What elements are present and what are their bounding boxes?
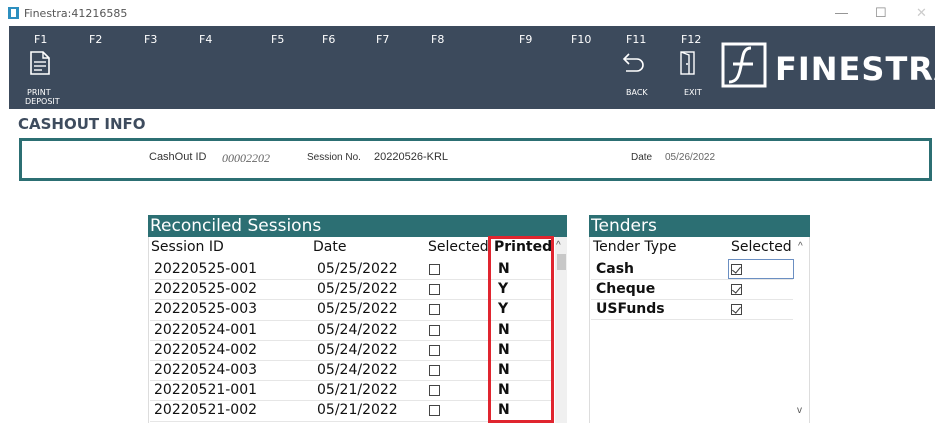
col-selected[interactable]: Selected <box>428 239 489 255</box>
session-id-cell[interactable]: 20220524-001 <box>154 322 257 338</box>
function-toolbar: F1 F2 F3 F4 F5 F6 F7 F8 F9 F10 F11 F12 P… <box>9 26 935 109</box>
fkey-f4[interactable]: F4 <box>199 33 212 46</box>
session-date-cell[interactable]: 05/25/2022 <box>317 281 398 297</box>
fkey-f9[interactable]: F9 <box>519 33 532 46</box>
session-id-cell[interactable]: 20220521-002 <box>154 402 257 418</box>
exit-label: EXIT <box>684 88 702 97</box>
col-tender-type[interactable]: Tender Type <box>593 239 677 255</box>
brand-name: FINESTRA <box>775 50 935 88</box>
tender-type-cell[interactable]: USFunds <box>596 301 665 317</box>
print-deposit-label-line2: DEPOSIT <box>25 97 60 106</box>
fkey-f8[interactable]: F8 <box>431 33 444 46</box>
cashout-id-value: 00002202 <box>222 151 270 165</box>
col-tender-selected[interactable]: Selected <box>731 239 792 255</box>
session-id-cell[interactable]: 20220525-003 <box>154 301 257 317</box>
session-id-cell[interactable]: 20220524-003 <box>154 362 257 378</box>
cashout-id-label: CashOut ID <box>149 151 207 163</box>
section-title: CASHOUT INFO <box>18 115 146 133</box>
tender-selected-checkbox[interactable] <box>731 304 742 315</box>
session-date-cell[interactable]: 05/25/2022 <box>317 261 398 277</box>
fkey-f11[interactable]: F11 <box>626 33 646 46</box>
session-selected-checkbox[interactable] <box>429 284 440 295</box>
back-label: BACK <box>626 88 648 97</box>
session-date-cell[interactable]: 05/21/2022 <box>317 402 398 418</box>
col-date[interactable]: Date <box>313 239 346 255</box>
tender-selected-checkbox[interactable] <box>731 284 742 295</box>
window-titlebar: Finestra:41216585 — ☐ ✕ <box>0 0 935 26</box>
fkey-f2[interactable]: F2 <box>89 33 102 46</box>
fkey-f7[interactable]: F7 <box>376 33 389 46</box>
finestra-logo-icon <box>721 42 767 88</box>
session-selected-checkbox[interactable] <box>429 304 440 315</box>
session-selected-checkbox[interactable] <box>429 345 440 356</box>
fkey-f5[interactable]: F5 <box>271 33 284 46</box>
tender-selected-checkbox[interactable] <box>731 264 742 275</box>
session-selected-checkbox[interactable] <box>429 405 440 416</box>
session-selected-checkbox[interactable] <box>429 365 440 376</box>
tender-type-cell[interactable]: Cash <box>596 261 634 277</box>
fkey-f10[interactable]: F10 <box>571 33 591 46</box>
printed-column-highlight <box>488 236 554 423</box>
sessions-scroll-thumb[interactable] <box>557 254 566 270</box>
document-icon[interactable] <box>30 51 50 75</box>
reconciled-sessions-header: Reconciled Sessions <box>148 215 567 237</box>
date-value: 05/26/2022 <box>665 152 716 163</box>
minimize-button[interactable]: — <box>835 5 848 20</box>
session-id-cell[interactable]: 20220521-001 <box>154 382 257 398</box>
tenders-header: Tenders <box>589 215 810 237</box>
fkey-f1[interactable]: F1 <box>34 33 47 46</box>
date-label: Date <box>631 152 653 163</box>
back-arrow-icon[interactable] <box>621 52 645 74</box>
row-separator <box>591 279 793 280</box>
fkey-f3[interactable]: F3 <box>144 33 157 46</box>
session-no-label: Session No. <box>307 152 361 163</box>
print-deposit-label-line1: PRINT <box>27 88 51 97</box>
session-id-cell[interactable]: 20220525-002 <box>154 281 257 297</box>
session-date-cell[interactable]: 05/24/2022 <box>317 322 398 338</box>
row-separator <box>591 299 793 300</box>
tenders-scroll-down-icon[interactable]: v <box>797 405 802 416</box>
tender-type-cell[interactable]: Cheque <box>596 281 655 297</box>
session-no-value: 20220526-KRL <box>374 151 449 163</box>
session-id-cell[interactable]: 20220525-001 <box>154 261 257 277</box>
session-id-cell[interactable]: 20220524-002 <box>154 342 257 358</box>
session-date-cell[interactable]: 05/21/2022 <box>317 382 398 398</box>
tenders-scroll-up-icon[interactable]: ^ <box>798 241 803 252</box>
session-selected-checkbox[interactable] <box>429 325 440 336</box>
window-title: Finestra:41216585 <box>24 7 128 20</box>
app-icon <box>8 7 19 19</box>
fkey-f12[interactable]: F12 <box>681 33 701 46</box>
col-session-id[interactable]: Session ID <box>151 239 224 255</box>
scroll-up-icon[interactable]: ^ <box>556 240 561 251</box>
exit-door-icon[interactable] <box>678 51 698 75</box>
session-selected-checkbox[interactable] <box>429 385 440 396</box>
row-separator <box>591 319 793 320</box>
session-date-cell[interactable]: 05/25/2022 <box>317 301 398 317</box>
close-button[interactable]: ✕ <box>916 5 927 21</box>
maximize-button[interactable]: ☐ <box>875 5 887 21</box>
session-date-cell[interactable]: 05/24/2022 <box>317 342 398 358</box>
session-date-cell[interactable]: 05/24/2022 <box>317 362 398 378</box>
fkey-f6[interactable]: F6 <box>322 33 335 46</box>
session-selected-checkbox[interactable] <box>429 264 440 275</box>
